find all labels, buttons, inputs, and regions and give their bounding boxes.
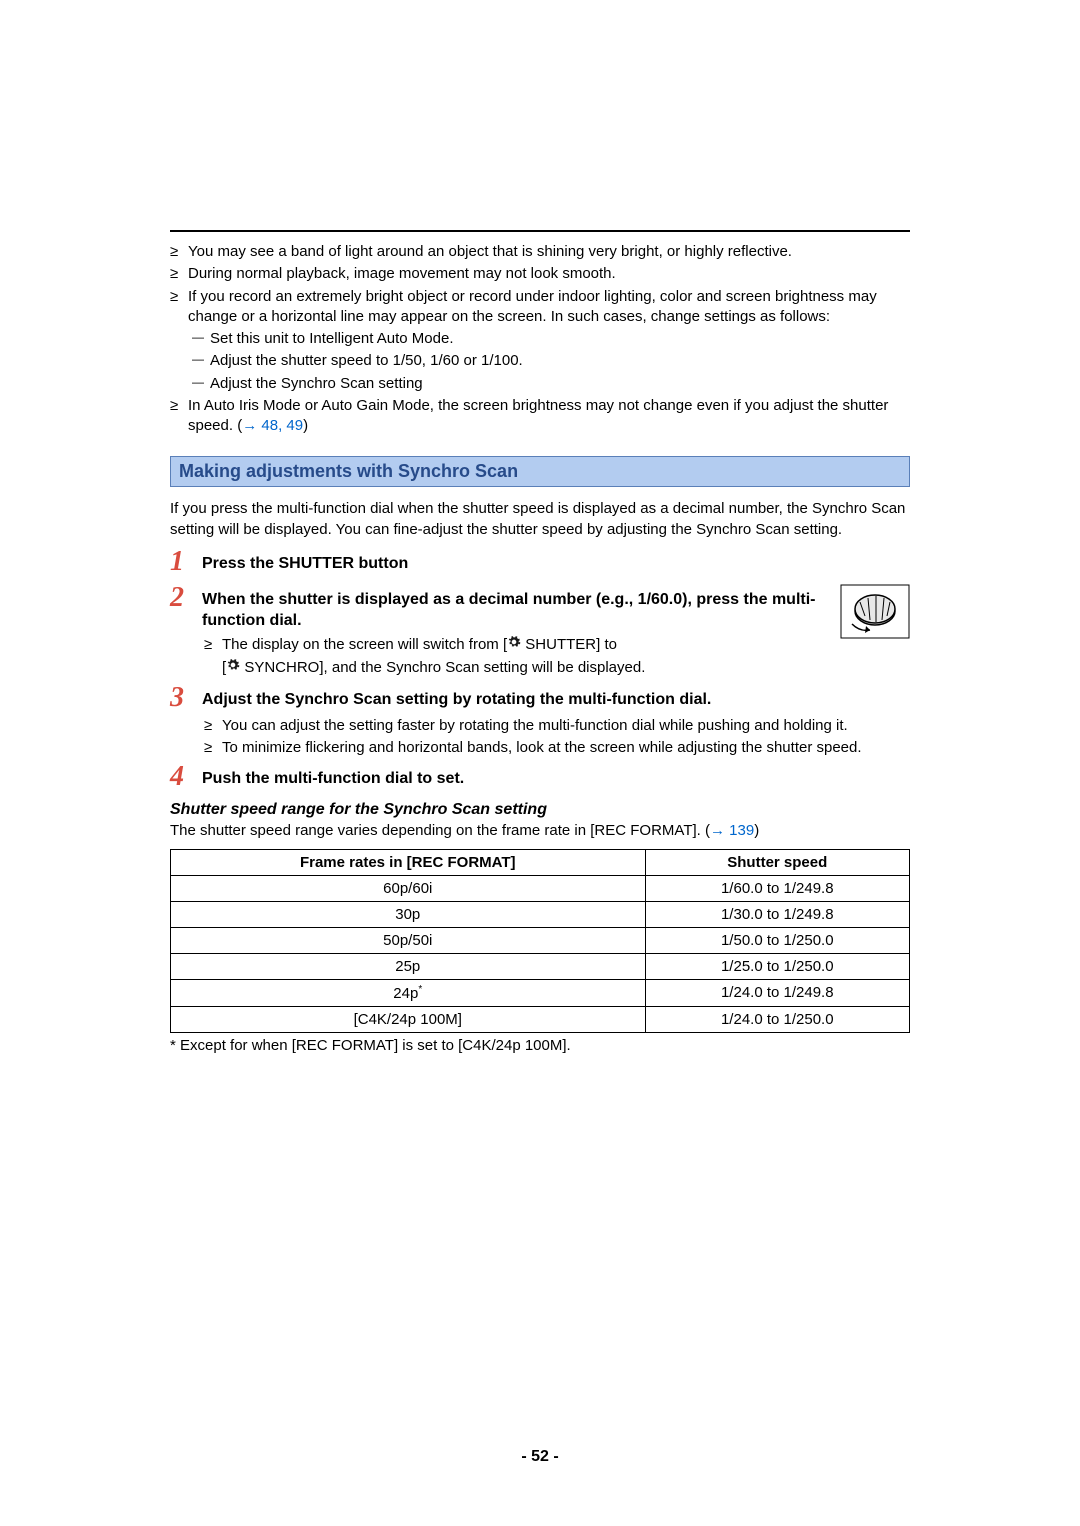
step-number-3: 3 — [170, 684, 192, 712]
cell-shutter: 1/30.0 to 1/249.8 — [645, 901, 909, 927]
bullet-item: If you record an extremely bright object… — [170, 287, 910, 328]
shutter-speed-table: Frame rates in [REC FORMAT] Shutter spee… — [170, 849, 910, 1033]
dial-illustration — [840, 584, 910, 639]
cell-shutter: 1/60.0 to 1/249.8 — [645, 875, 909, 901]
top-rule — [170, 230, 910, 232]
close-paren: ) — [303, 417, 308, 434]
section-paragraph: If you press the multi-function dial whe… — [170, 499, 910, 540]
table-header-shutter-speed: Shutter speed — [645, 849, 909, 875]
text-prefix: The display on the screen will switch fr… — [222, 636, 507, 653]
bullet-item: You can adjust the setting faster by rot… — [204, 716, 910, 736]
sub-bullet-item: Set this unit to Intelligent Auto Mode. — [170, 329, 910, 349]
cell-frame-rate: 60p/60i — [171, 875, 646, 901]
cell-text: 24p — [393, 985, 418, 1002]
close-paren: ) — [754, 822, 759, 839]
step-3: 3 Adjust the Synchro Scan setting by rot… — [170, 684, 910, 712]
cell-frame-rate: 25p — [171, 953, 646, 979]
sub-paragraph: The shutter speed range varies depending… — [170, 821, 910, 841]
cell-frame-rate: 24p* — [171, 979, 646, 1006]
cell-frame-rate: 30p — [171, 901, 646, 927]
bullet-item: To minimize flickering and horizontal ba… — [204, 738, 910, 758]
cell-shutter: 1/24.0 to 1/250.0 — [645, 1006, 909, 1032]
page-ref-link[interactable]: 49 — [286, 417, 303, 434]
step-2-sub-b: [ SYNCHRO], and the Synchro Scan setting… — [170, 658, 820, 678]
bullet-item: You may see a band of light around an ob… — [170, 242, 910, 262]
table-row: 60p/60i 1/60.0 to 1/249.8 — [171, 875, 910, 901]
link-arrow: → — [242, 417, 261, 434]
cell-shutter: 1/24.0 to 1/249.8 — [645, 979, 909, 1006]
gear-icon — [226, 658, 240, 678]
step-2-wrap: 2 When the shutter is displayed as a dec… — [170, 580, 910, 680]
link-arrow: → — [710, 822, 729, 839]
sub-bullet-item: Adjust the shutter speed to 1/50, 1/60 o… — [170, 351, 910, 371]
subheading-shutter-range: Shutter speed range for the Synchro Scan… — [170, 801, 910, 819]
table-row: 25p 1/25.0 to 1/250.0 — [171, 953, 910, 979]
table-row: 24p* 1/24.0 to 1/249.8 — [171, 979, 910, 1006]
page-ref-link[interactable]: 48 — [261, 417, 278, 434]
table-row: 50p/50i 1/50.0 to 1/250.0 — [171, 927, 910, 953]
table-header-row: Frame rates in [REC FORMAT] Shutter spee… — [171, 849, 910, 875]
text-suffix: SYNCHRO], and the Synchro Scan setting w… — [240, 659, 645, 676]
cell-frame-rate: [C4K/24p 100M] — [171, 1006, 646, 1032]
text-suffix: SHUTTER] to — [521, 636, 617, 653]
step-4: 4 Push the multi-function dial to set. — [170, 763, 910, 791]
document-page: You may see a band of light around an ob… — [0, 0, 1080, 1526]
step-3-sub-b: To minimize flickering and horizontal ba… — [170, 738, 910, 758]
bullet-item: The display on the screen will switch fr… — [204, 635, 820, 655]
top-bullet-list: You may see a band of light around an ob… — [170, 242, 910, 436]
step-4-text: Push the multi-function dial to set. — [202, 763, 910, 790]
table-header-frame-rates: Frame rates in [REC FORMAT] — [171, 849, 646, 875]
step-2-text: When the shutter is displayed as a decim… — [202, 584, 820, 632]
bullet-item: In Auto Iris Mode or Auto Gain Mode, the… — [170, 396, 910, 437]
table-row: [C4K/24p 100M] 1/24.0 to 1/250.0 — [171, 1006, 910, 1032]
step-2: 2 When the shutter is displayed as a dec… — [170, 584, 820, 632]
step-number-1: 1 — [170, 548, 192, 576]
page-number: - 52 - — [0, 1448, 1080, 1466]
step-3-sub-a: You can adjust the setting faster by rot… — [170, 716, 910, 736]
table-footnote: * Except for when [REC FORMAT] is set to… — [170, 1037, 910, 1054]
step-2-sub-a: The display on the screen will switch fr… — [170, 635, 820, 655]
step-1-text: Press the SHUTTER button — [202, 548, 910, 575]
page-ref-link[interactable]: 139 — [729, 822, 754, 839]
sub-bullet-item: Adjust the Synchro Scan setting — [170, 374, 910, 394]
section-heading: Making adjustments with Synchro Scan — [170, 456, 910, 487]
gear-icon — [507, 635, 521, 655]
bullet-item: During normal playback, image movement m… — [170, 264, 910, 284]
step-number-4: 4 — [170, 763, 192, 791]
step-1: 1 Press the SHUTTER button — [170, 548, 910, 576]
asterisk: * — [418, 984, 422, 995]
step-number-2: 2 — [170, 584, 192, 612]
step-3-text: Adjust the Synchro Scan setting by rotat… — [202, 684, 910, 711]
table-row: 30p 1/30.0 to 1/249.8 — [171, 901, 910, 927]
sub-para-text: The shutter speed range varies depending… — [170, 822, 710, 839]
cell-shutter: 1/25.0 to 1/250.0 — [645, 953, 909, 979]
cell-frame-rate: 50p/50i — [171, 927, 646, 953]
cell-shutter: 1/50.0 to 1/250.0 — [645, 927, 909, 953]
